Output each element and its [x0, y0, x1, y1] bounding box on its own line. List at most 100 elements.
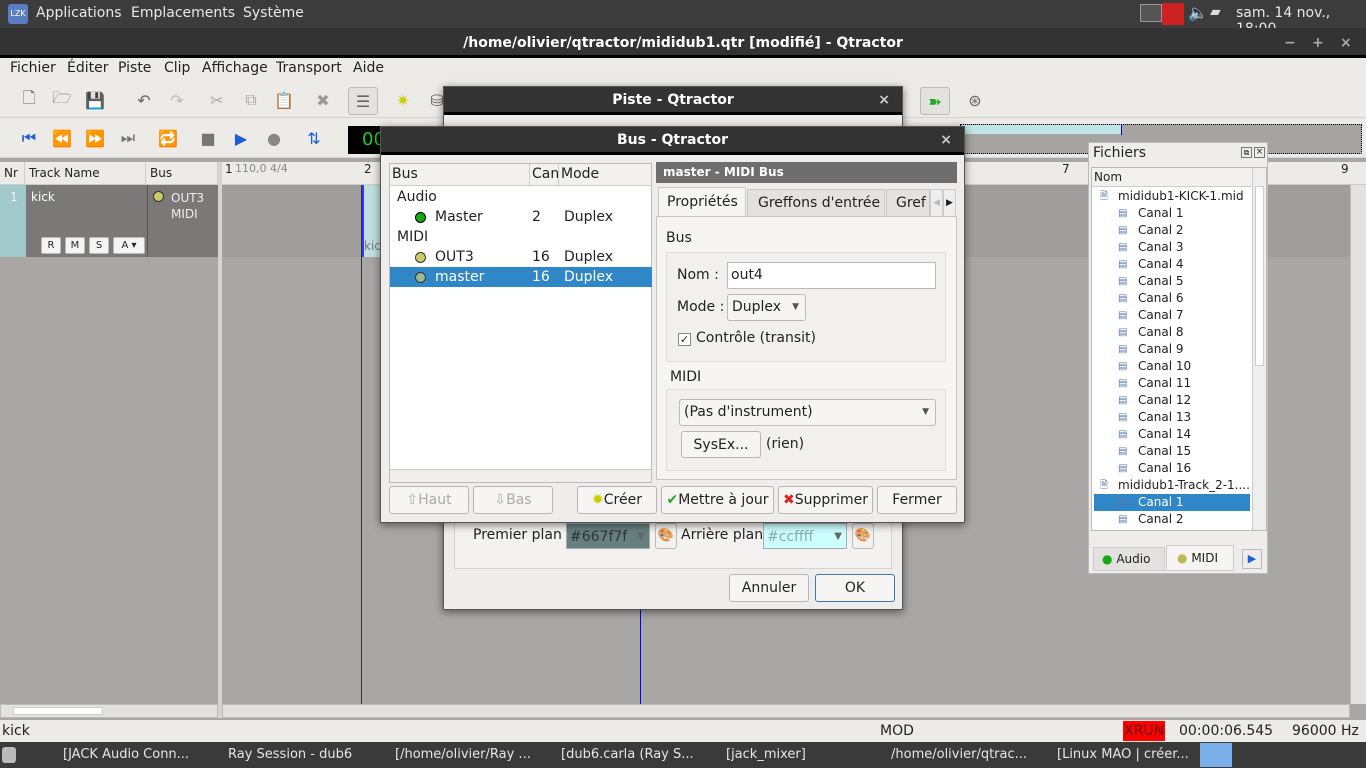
bus-list[interactable]: Bus Can Mode Audio Master 2 Duplex MIDI OU… [389, 163, 652, 483]
channel-item[interactable]: ▤ Canal 13 [1094, 409, 1250, 426]
track-view-icon[interactable]: ☰ [348, 87, 378, 115]
channel-item[interactable]: ▤ Canal 15 [1094, 443, 1250, 460]
solo-button[interactable]: S [89, 237, 109, 254]
network-tray-icon[interactable] [1140, 4, 1162, 22]
go-start-icon[interactable]: ⏮ [18, 127, 40, 149]
stop-icon[interactable]: ■ [197, 127, 219, 149]
places-menu[interactable]: Emplacements [131, 5, 235, 21]
fast-forward-icon[interactable]: ⏩ [84, 127, 106, 149]
copy-icon[interactable]: ⧉ [240, 89, 262, 111]
taskbar-item-firefox[interactable]: [Linux MAO | créer... [1057, 747, 1189, 762]
ok-button[interactable]: OK [815, 574, 895, 602]
system-menu[interactable]: Système [243, 5, 304, 21]
volume-icon[interactable]: 🔈 [1188, 3, 1208, 22]
files-col-name[interactable]: Nom [1092, 168, 1252, 187]
update-button[interactable]: ✔Mettre à jour [661, 486, 774, 514]
move-up-button[interactable]: ⇧Haut [389, 486, 469, 514]
tab-scroll-right-icon[interactable]: ▶ [943, 189, 956, 217]
automation-button[interactable]: A ▾ [113, 237, 145, 254]
record-icon[interactable]: ● [263, 127, 285, 149]
taskbar-item-ray-folder[interactable]: [/home/olivier/Ray ... [395, 747, 531, 762]
file-item[interactable]: 🗎 mididub1-KICK-1.mid [1094, 188, 1250, 205]
jack-tray-icon[interactable] [1162, 3, 1184, 25]
menu-transport[interactable]: Transport [276, 60, 342, 76]
instrument-select[interactable]: (Pas d'instrument) ▼ [679, 399, 936, 426]
header-bus[interactable]: Bus [146, 162, 218, 185]
connections-icon[interactable]: ➽ [920, 87, 950, 115]
channel-item[interactable]: ▤ Canal 5 [1094, 273, 1250, 290]
bus-list-hscrollbar[interactable] [390, 469, 651, 482]
menu-clip[interactable]: Clip [164, 60, 190, 76]
group-midi[interactable]: MIDI [390, 227, 652, 247]
workspace-switcher[interactable] [1200, 743, 1232, 767]
cut-icon[interactable]: ✂ [206, 89, 228, 111]
close-dialog-button[interactable]: Fermer [877, 486, 957, 514]
track-row[interactable]: 1 kick R M S A ▾ OUT3 MIDI [0, 185, 218, 257]
menu-piste[interactable]: Piste [118, 60, 151, 76]
menu-editer[interactable]: Éditer [67, 60, 108, 76]
track-dialog-close-icon[interactable]: × [878, 87, 890, 113]
distro-logo-icon[interactable]: LZK [8, 4, 28, 24]
files-vscrollbar[interactable] [1252, 168, 1266, 530]
group-audio[interactable]: Audio [390, 187, 652, 207]
midi-clip[interactable]: kick [362, 185, 388, 257]
col-mode[interactable]: Mode [558, 164, 599, 185]
play-icon[interactable]: ▶ [230, 127, 252, 149]
move-down-button[interactable]: ⇩Bas [473, 486, 553, 514]
show-desktop-icon[interactable] [2, 747, 16, 763]
mute-button[interactable]: M [65, 237, 85, 254]
taskbar-item-carla[interactable]: [dub6.carla (Ray S... [561, 747, 694, 762]
header-track-name[interactable]: Track Name [25, 162, 146, 185]
background-palette-icon[interactable]: 🎨 [852, 523, 874, 549]
taskbar-item-qtractor[interactable]: /home/olivier/qtrac... [891, 747, 1027, 762]
channel-item[interactable]: ▤ Canal 7 [1094, 307, 1250, 324]
minimize-button[interactable]: − [1284, 28, 1296, 58]
rewind-icon[interactable]: ⏪ [51, 127, 73, 149]
files-close-icon[interactable]: × [1254, 147, 1265, 158]
channel-item[interactable]: ▤ Canal 9 [1094, 341, 1250, 358]
foreground-color-combo[interactable]: #667f7f ▼ [566, 523, 650, 549]
menu-aide[interactable]: Aide [353, 60, 384, 76]
add-track-icon[interactable]: ✷ [392, 89, 414, 111]
control-checkbox[interactable]: ✓ [678, 333, 691, 346]
channel-item[interactable]: ▤ Canal 16 [1094, 460, 1250, 477]
background-color-combo[interactable]: #ccffff ▼ [763, 523, 847, 549]
taskbar-item-jack[interactable]: [JACK Audio Conn... [63, 747, 189, 762]
record-arm-button[interactable]: R [41, 237, 61, 254]
cancel-button[interactable]: Annuler [729, 574, 809, 602]
sysex-button[interactable]: SysEx... [681, 431, 761, 458]
taskbar-item-jack-mixer[interactable]: [jack_mixer] [726, 747, 806, 762]
channel-item[interactable]: ▤ Canal 4 [1094, 256, 1250, 273]
new-file-icon[interactable]: 🗋 [18, 88, 40, 111]
channel-item[interactable]: ▤ Canal 6 [1094, 290, 1250, 307]
channel-item[interactable]: ▤ Canal 1 [1094, 494, 1250, 511]
channel-item[interactable]: ▤ Canal 2 [1094, 222, 1250, 239]
name-input[interactable]: out4 [727, 262, 936, 289]
panic-icon[interactable]: ⊛ [964, 89, 986, 111]
open-folder-icon[interactable]: 🗁 [51, 88, 73, 111]
redo-icon[interactable]: ↷ [166, 89, 188, 111]
timeline-hscrollbar[interactable] [222, 704, 1350, 718]
maximize-button[interactable]: + [1312, 28, 1324, 58]
foreground-palette-icon[interactable]: 🎨 [655, 523, 677, 549]
bus-item[interactable]: OUT3 16 Duplex [390, 247, 652, 267]
timeline-vscrollbar[interactable] [1350, 185, 1366, 704]
create-button[interactable]: ✹Créer [577, 486, 657, 514]
col-can[interactable]: Can [529, 164, 559, 185]
loop-icon[interactable]: 🔁 [157, 127, 179, 149]
channel-item[interactable]: ▤ Canal 14 [1094, 426, 1250, 443]
files-tree[interactable]: Nom 🗎 mididub1-KICK-1.mid ▤ Canal 1 ▤ Canal 2… [1091, 167, 1267, 531]
files-play-icon[interactable]: ▶ [1242, 549, 1262, 569]
channel-item[interactable]: ▤ Canal 8 [1094, 324, 1250, 341]
files-tab-midi[interactable]: ● MIDI [1166, 545, 1234, 571]
channel-item[interactable]: ▤ Canal 10 [1094, 358, 1250, 375]
col-bus[interactable]: Bus [392, 164, 418, 185]
menu-fichier[interactable]: Fichier [10, 60, 56, 76]
delete-button[interactable]: ✖Supprimer [778, 486, 873, 514]
track-list-hscrollbar[interactable] [0, 704, 218, 718]
menu-affichage[interactable]: Affichage [202, 60, 268, 76]
mode-select[interactable]: Duplex ▼ [727, 294, 806, 321]
undo-icon[interactable]: ↶ [133, 89, 155, 111]
close-button[interactable]: × [1340, 28, 1352, 58]
tab-properties[interactable]: Propriétés [658, 187, 746, 217]
